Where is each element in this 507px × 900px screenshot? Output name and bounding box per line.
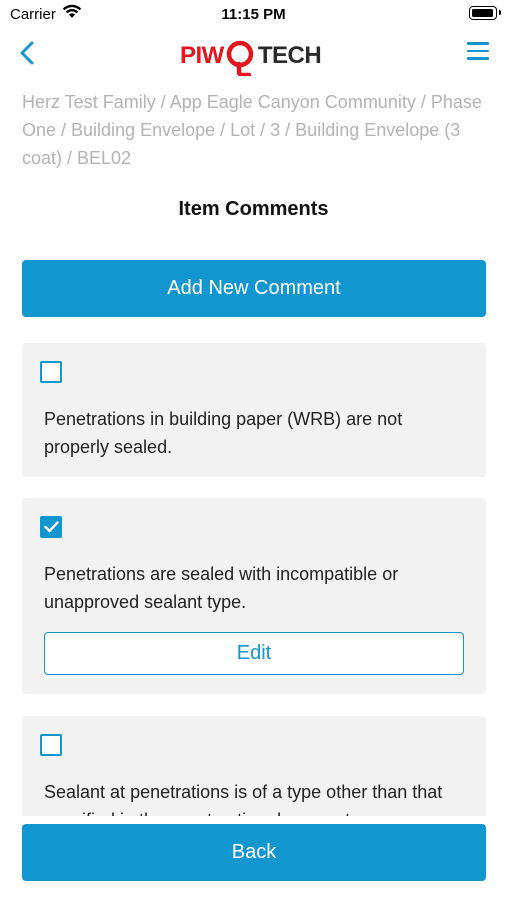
checkmark-icon <box>44 521 59 533</box>
comment-card: Sealant at penetrations is of a type oth… <box>22 716 486 816</box>
comment-text: Penetrations are sealed with incompatibl… <box>44 564 399 612</box>
comments-list[interactable]: Penetrations in building paper (WRB) are… <box>0 343 507 816</box>
status-time: 11:15 PM <box>221 6 286 23</box>
page-title: Item Comments <box>178 198 329 220</box>
back-button[interactable]: Back <box>22 824 486 881</box>
logo-piw-text: PIW <box>180 42 224 69</box>
edit-comment-button[interactable]: Edit <box>44 632 464 675</box>
menu-icon[interactable] <box>467 42 491 62</box>
logo-q-mark-icon <box>225 38 257 78</box>
back-chevron-icon[interactable] <box>16 38 42 68</box>
breadcrumb: Herz Test Family / App Eagle Canyon Comm… <box>22 92 482 168</box>
comment-card: Penetrations in building paper (WRB) are… <box>22 343 486 477</box>
navigation-bar: PIW TECH <box>0 28 507 78</box>
logo-tech-text: TECH <box>257 42 322 69</box>
status-bar: Carrier 11:15 PM <box>0 0 507 28</box>
comment-checkbox-checked[interactable] <box>40 516 62 538</box>
comment-card: Penetrations are sealed with incompatibl… <box>22 498 486 694</box>
add-new-comment-button[interactable]: Add New Comment <box>22 260 486 317</box>
comment-checkbox[interactable] <box>40 361 62 383</box>
comment-checkbox[interactable] <box>40 734 62 756</box>
comment-text: Sealant at penetrations is of a type oth… <box>44 782 443 816</box>
battery-icon <box>469 6 501 20</box>
comment-text: Penetrations in building paper (WRB) are… <box>44 409 403 457</box>
piwotech-logo: PIW TECH <box>180 36 322 78</box>
